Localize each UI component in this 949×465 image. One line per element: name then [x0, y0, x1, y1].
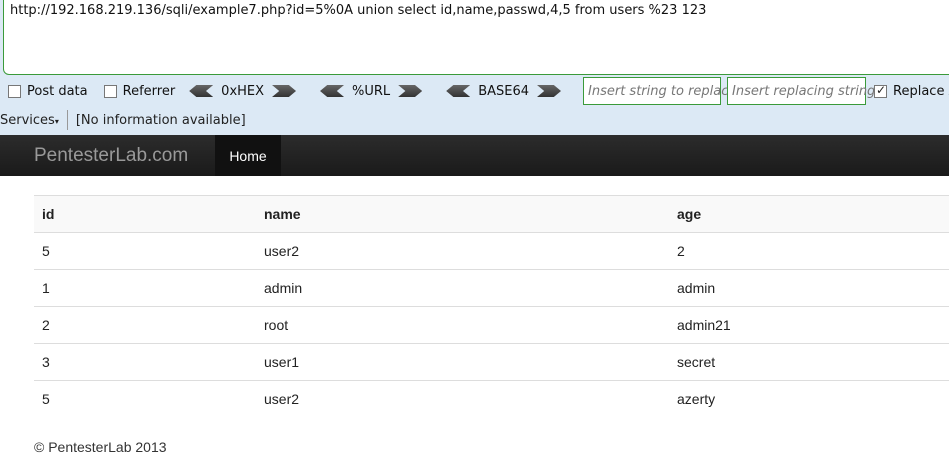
dropdown-caret-icon: ▾	[54, 116, 59, 126]
column-header-age: age	[669, 195, 949, 233]
cell-name: user2	[256, 232, 669, 270]
cell-age: azerty	[669, 380, 949, 418]
url-textarea[interactable]: http://192.168.219.136/sqli/example7.php…	[3, 0, 949, 75]
replace-string-input[interactable]: Insert replacing string	[727, 77, 875, 105]
url-label: %URL	[352, 83, 391, 99]
services-menu[interactable]: Services▾	[0, 113, 59, 128]
separator	[66, 110, 68, 130]
cell-id: 5	[34, 232, 256, 270]
cell-name: user1	[256, 343, 669, 381]
base64-label: BASE64	[478, 83, 530, 99]
referrer-label: Referrer	[122, 83, 176, 99]
table-row: 1 admin admin	[34, 269, 949, 307]
column-header-id: id	[34, 195, 256, 233]
referrer-checkbox[interactable]: Referrer	[103, 83, 176, 99]
post-data-box[interactable]	[8, 84, 21, 98]
table-header-row: id name age	[34, 195, 949, 233]
users-table: id name age 5 user2 2 1 admin admin 2 ro…	[34, 195, 949, 418]
footer-copyright: © PentesterLab 2013	[34, 439, 167, 455]
services-label: Services	[0, 112, 55, 128]
hex-decode-icon[interactable]	[189, 85, 214, 97]
hackbar-panel: http://192.168.219.136/sqli/example7.php…	[0, 0, 949, 135]
hex-encoder: 0xHEX	[189, 83, 297, 99]
post-data-checkbox[interactable]: Post data	[8, 84, 88, 99]
table-row: 5 user2 2	[34, 232, 949, 270]
cell-id: 5	[34, 380, 256, 418]
url-encoder: %URL	[320, 83, 423, 99]
table-row: 5 user2 azerty	[34, 380, 949, 418]
post-data-label: Post data	[27, 83, 88, 99]
navbar: PentesterLab.com Home	[0, 135, 949, 176]
hex-label: 0xHEX	[221, 83, 265, 99]
find-string-input[interactable]: Insert string to replace	[583, 77, 736, 105]
cell-age: 2	[669, 232, 949, 270]
url-encode-icon[interactable]	[398, 85, 423, 97]
hackbar-options-row: Post data Referrer 0xHEX %URL BASE64 Ins…	[0, 75, 949, 107]
brand-link[interactable]: PentesterLab.com	[34, 145, 188, 167]
base64-encoder: BASE64	[446, 83, 562, 99]
base64-encode-icon[interactable]	[537, 85, 562, 97]
replace-all-checkbox[interactable]: Replace All	[874, 83, 949, 99]
table-row: 2 root admin21	[34, 306, 949, 344]
column-header-name: name	[256, 195, 669, 233]
cell-name: root	[256, 306, 669, 344]
url-decode-icon[interactable]	[320, 85, 345, 97]
cell-name: user2	[256, 380, 669, 418]
hex-encode-icon[interactable]	[272, 85, 297, 97]
cell-id: 1	[34, 269, 256, 307]
base64-decode-icon[interactable]	[446, 85, 471, 97]
services-row: Services▾ [No information available]	[0, 107, 949, 133]
replace-all-box[interactable]	[874, 83, 888, 98]
referrer-box[interactable]	[103, 84, 117, 98]
nav-home-link[interactable]: Home	[215, 135, 281, 176]
cell-id: 2	[34, 306, 256, 344]
table-row: 3 user1 secret	[34, 343, 949, 381]
cell-age: admin	[669, 269, 949, 307]
cell-id: 3	[34, 343, 256, 381]
replace-all-label: Replace All	[893, 83, 949, 99]
cell-age: secret	[669, 343, 949, 381]
cell-age: admin21	[669, 306, 949, 344]
cell-name: admin	[256, 269, 669, 307]
info-text: [No information available]	[75, 112, 246, 128]
